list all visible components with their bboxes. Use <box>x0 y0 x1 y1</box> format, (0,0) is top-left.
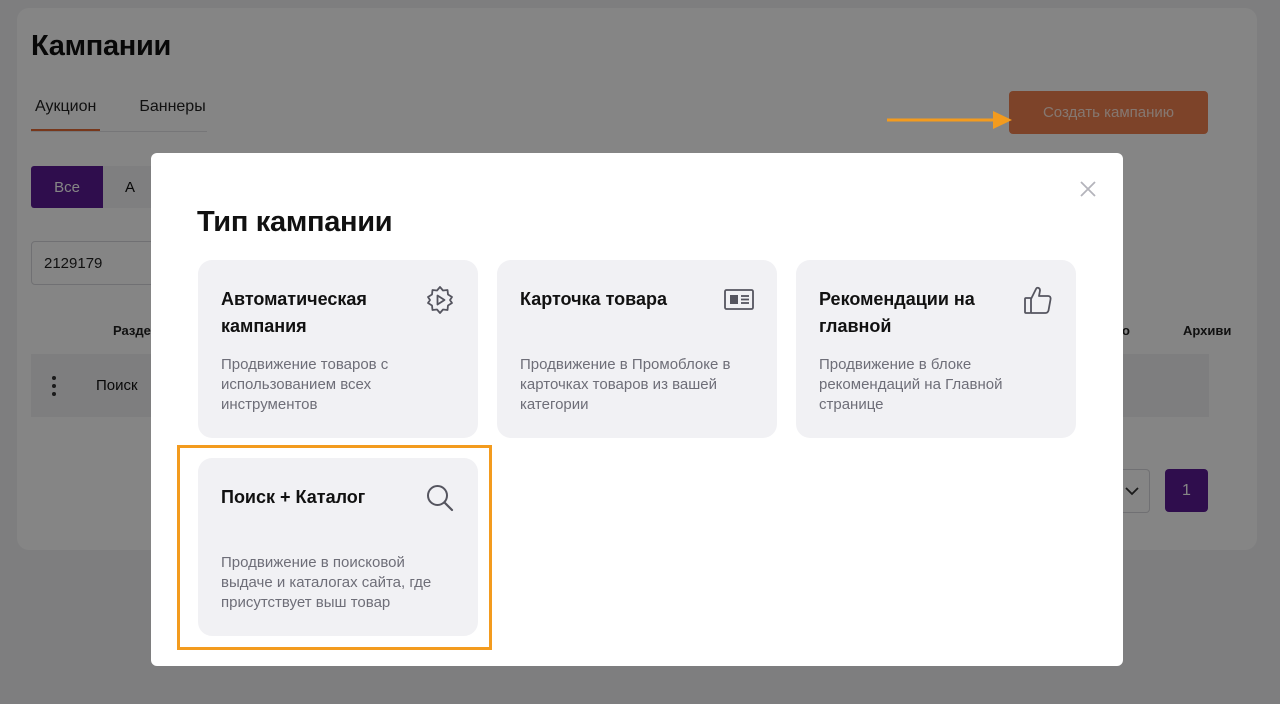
modal-title: Тип кампании <box>197 206 393 238</box>
search-icon <box>427 485 454 512</box>
card-description: Продвижение в блоке рекомендаций на Глав… <box>819 356 1003 413</box>
thumbs-up-icon <box>1024 286 1052 314</box>
card-title: Автоматическая кампания <box>221 289 367 336</box>
card-title: Поиск + Каталог <box>221 487 366 507</box>
close-icon[interactable] <box>1078 179 1098 199</box>
campaign-type-card-automatic[interactable]: Автоматическая кампания Продвижение това… <box>198 260 478 438</box>
annotation-arrow-icon <box>887 111 1012 129</box>
product-card-icon <box>724 289 754 310</box>
card-title: Карточка товара <box>520 289 667 309</box>
card-description: Продвижение в поисковой выдаче и каталог… <box>221 554 432 611</box>
campaign-type-modal: Тип кампании Автоматическая кампания Про… <box>151 153 1123 666</box>
campaign-type-card-product[interactable]: Карточка товара Продвижение в Промоблоке… <box>497 260 777 438</box>
card-description: Продвижение в Промоблоке в карточках тов… <box>520 356 731 413</box>
gear-play-icon <box>427 286 453 314</box>
campaign-type-card-search-catalog[interactable]: Поиск + Каталог Продвижение в поисковой … <box>198 458 478 636</box>
card-title: Рекомендации на главной <box>819 289 975 336</box>
card-description: Продвижение товаров с использованием все… <box>221 356 389 413</box>
campaign-type-card-recommendations[interactable]: Рекомендации на главной Продвижение в бл… <box>796 260 1076 438</box>
